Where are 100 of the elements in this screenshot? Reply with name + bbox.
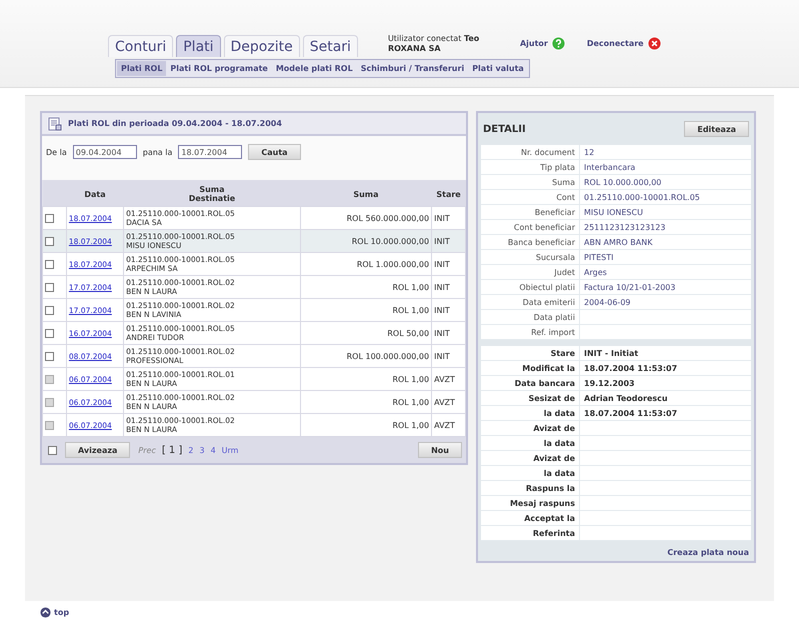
field-label: Data emiterii [522, 298, 575, 306]
field-label: Sucursala [536, 252, 575, 262]
status-cell: INIT [432, 206, 466, 230]
page-link[interactable]: 2 [188, 446, 194, 454]
checkbox[interactable] [45, 236, 54, 246]
subtab[interactable]: Modele plati ROL [272, 61, 357, 76]
field-label: la data [544, 438, 575, 448]
field-value: 19.12.2003 [584, 378, 635, 388]
search-button[interactable]: Cauta [248, 144, 301, 160]
amount-cell: ROL 1,00 [300, 414, 432, 436]
field-label: Referinta [532, 528, 575, 538]
field-value: Factura 10/21-01-2003 [584, 282, 676, 292]
checkbox[interactable] [45, 282, 54, 292]
status-cell: AVZT [432, 414, 466, 436]
field-label: Raspuns la [526, 484, 575, 492]
page-link[interactable]: 3 [199, 446, 205, 454]
field-label: Cont [556, 192, 575, 202]
column-header: Data [66, 180, 124, 206]
field-value: 18.07.2004 11:53:07 [584, 408, 678, 418]
subtab[interactable]: Schimburi / Transferuri [356, 61, 468, 76]
status-cell: INIT [432, 298, 466, 322]
status-cell: INIT [432, 252, 466, 276]
checkbox[interactable] [45, 214, 54, 223]
from-label: De la [46, 148, 67, 156]
field-label: Ref. import [531, 328, 575, 336]
field-value: Interbancara [584, 162, 636, 172]
field-label: Avizat de [533, 424, 575, 432]
field-label: Obiectul platii [519, 282, 575, 292]
field-label: Tip plata [540, 162, 575, 172]
status-cell: AVZT [432, 368, 466, 390]
help-link[interactable]: Ajutor [520, 37, 565, 50]
to-date-field[interactable]: 18.07.2004 [178, 145, 242, 159]
notify-button[interactable]: Avizeaza [65, 442, 130, 458]
amount-cell: ROL 10.000.000,00 [300, 230, 432, 252]
page-link[interactable]: 4 [210, 446, 216, 454]
amount-cell: ROL 1,00 [300, 276, 432, 298]
help-icon [552, 37, 565, 50]
column-header: Stare [432, 180, 466, 206]
field-value: Arges [584, 268, 607, 276]
tab[interactable]: Plati [176, 35, 221, 57]
details-title: DETALII [483, 124, 526, 134]
amount-cell: ROL 1,00 [300, 390, 432, 414]
column-header: Suma [300, 180, 432, 206]
field-label: Beneficiar [534, 208, 575, 216]
amount-cell: ROL 1.000.000,00 [300, 252, 432, 276]
amount-cell: ROL 1,00 [300, 368, 432, 390]
tab[interactable]: Conturi [108, 35, 174, 57]
checkbox[interactable] [45, 306, 54, 315]
new-button[interactable]: Nou [418, 442, 462, 458]
tab[interactable]: Setari [302, 35, 358, 57]
create-payment-link[interactable]: Creaza plata noua [667, 548, 749, 557]
amount-cell: ROL 1,00 [300, 298, 432, 322]
column-header: Suma Destinatie [124, 180, 300, 206]
status-cell: INIT [432, 322, 466, 344]
field-label: Avizat de [533, 454, 575, 462]
next-page-link[interactable]: Urm [222, 446, 238, 454]
field-value: MISU IONESCU [584, 208, 643, 216]
top-link[interactable]: top [40, 607, 70, 618]
field-label: Banca beneficiar [508, 238, 575, 246]
field-label: Acceptat la [524, 514, 575, 522]
select-all-checkbox[interactable] [48, 446, 57, 454]
field-value: ABN AMRO BANK [584, 238, 652, 246]
page-link[interactable]: [ 1 ] [162, 444, 182, 456]
field-label: Data bancara [514, 378, 575, 388]
edit-button[interactable]: Editeaza [684, 121, 749, 137]
checkbox[interactable] [45, 328, 54, 338]
to-label: pana la [142, 148, 172, 156]
field-value: 18.07.2004 11:53:07 [584, 364, 678, 372]
field-value: 2004-06-09 [584, 298, 630, 306]
logout-link[interactable]: Deconectare [586, 37, 661, 50]
field-label: Nr. document [521, 148, 575, 156]
subtab[interactable]: Plati valuta [468, 61, 528, 76]
top-text: top [54, 608, 70, 617]
close-icon [648, 37, 661, 50]
field-value: 01.25110.000-10001.ROL.05 [584, 192, 700, 202]
field-value: Adrian Teodorescu [584, 394, 668, 402]
status-cell: INIT [432, 344, 466, 368]
field-label: Sesizat de [528, 394, 575, 402]
amount-cell: ROL 50,00 [300, 322, 432, 344]
field-value: INIT - Initiat [584, 348, 638, 358]
field-label: Mesaj raspuns [510, 498, 575, 508]
tab[interactable]: Depozite [224, 35, 300, 57]
field-label: Data platii [534, 312, 575, 322]
field-label: Suma [552, 178, 575, 186]
amount-cell: ROL 100.000.000,00 [300, 344, 432, 368]
checkbox[interactable] [45, 260, 54, 269]
checkbox[interactable] [45, 352, 54, 361]
field-value: ROL 10.000.000,00 [584, 178, 662, 186]
subtab[interactable]: Plati ROL [117, 61, 166, 76]
field-label: Modificat la [522, 364, 575, 372]
field-label: la data [544, 468, 575, 478]
field-value: PITESTI [584, 252, 614, 262]
user-info: Utilizator conectat Teo ROXANA SA [388, 34, 480, 54]
document-icon [48, 116, 62, 130]
field-label: la data [544, 408, 575, 418]
field-label: Cont beneficiar [514, 222, 575, 232]
field-label: Judet [554, 268, 575, 276]
field-label: Stare [550, 348, 575, 358]
from-date-field[interactable]: 09.04.2004 [72, 145, 137, 159]
subtab[interactable]: Plati ROL programate [166, 61, 272, 76]
